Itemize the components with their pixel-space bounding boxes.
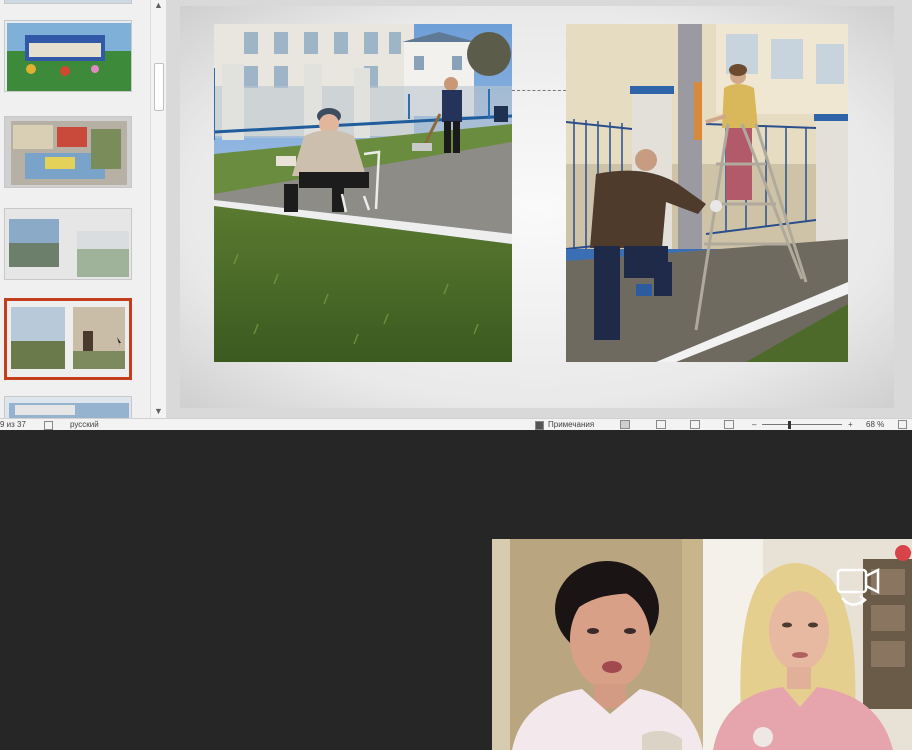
thumbnail-image <box>5 397 131 418</box>
slide-thumbnail-pane[interactable] <box>0 0 150 418</box>
powerpoint-window: ▲ ▼ 9 из 37 русский Примечания – + 68 % <box>0 0 912 430</box>
thumbnail-image <box>5 117 131 187</box>
slide-sorter-icon[interactable] <box>656 420 666 429</box>
thumbnail-image <box>7 301 129 377</box>
photo-image <box>566 24 848 362</box>
photo-woman-sitting[interactable] <box>214 24 512 362</box>
slide-thumb-building[interactable] <box>4 396 132 418</box>
spellcheck-icon[interactable] <box>44 421 53 430</box>
slide-editor-area <box>166 0 912 418</box>
slide-counter: 9 из 37 <box>0 420 26 429</box>
scroll-thumb[interactable] <box>154 63 164 111</box>
scroll-down-icon[interactable]: ▼ <box>154 406 163 416</box>
participant-video <box>492 539 703 750</box>
status-bar: 9 из 37 русский Примечания – + 68 % <box>0 418 912 430</box>
video-participant-1[interactable] <box>492 539 703 750</box>
slide-thumb-current[interactable] <box>4 298 132 380</box>
screen: ▲ ▼ 9 из 37 русский Примечания – + 68 % <box>0 0 912 750</box>
slide-thumb-classroom[interactable] <box>4 116 132 188</box>
slideshow-icon[interactable] <box>724 420 734 429</box>
scroll-up-icon[interactable]: ▲ <box>154 0 163 10</box>
notes-icon[interactable] <box>535 421 544 430</box>
zoom-slider[interactable] <box>762 424 842 425</box>
selection-guide <box>512 90 566 91</box>
slide-thumb-playground[interactable] <box>4 20 132 92</box>
photo-man-painting-fence[interactable] <box>566 24 848 362</box>
language-indicator[interactable]: русский <box>70 420 99 429</box>
fit-slide-icon[interactable] <box>898 420 907 429</box>
photo-image <box>214 24 512 362</box>
zoom-out-icon[interactable]: – <box>752 420 756 429</box>
current-slide[interactable] <box>180 6 894 408</box>
normal-view-icon[interactable] <box>620 420 630 429</box>
zoom-level[interactable]: 68 % <box>866 420 884 429</box>
notes-button[interactable]: Примечания <box>548 420 594 429</box>
zoom-in-icon[interactable]: + <box>848 420 853 429</box>
thumbnail-scrollbar[interactable]: ▲ ▼ <box>150 0 166 418</box>
thumbnail-image <box>5 21 131 91</box>
camera-switch-icon[interactable] <box>834 566 884 610</box>
slide-thumb-partial[interactable] <box>4 0 132 4</box>
reading-view-icon[interactable] <box>690 420 700 429</box>
slide-thumb-two-photos[interactable] <box>4 208 132 280</box>
thumbnail-image <box>5 209 131 279</box>
zoom-slider-thumb[interactable] <box>788 421 791 429</box>
